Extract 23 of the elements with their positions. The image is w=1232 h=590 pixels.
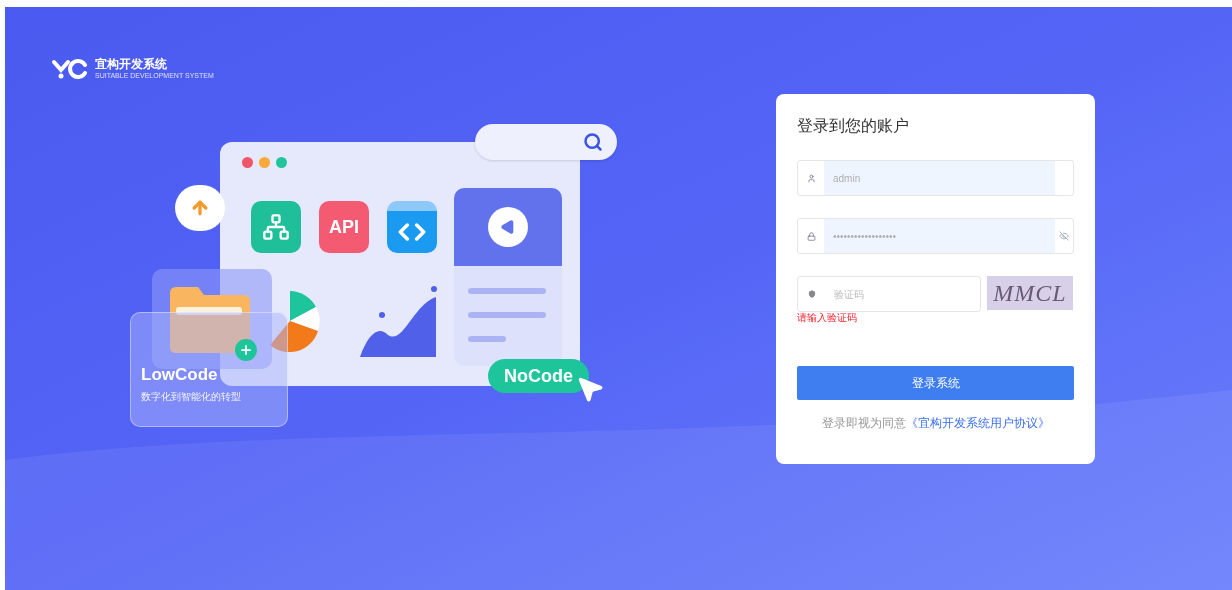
logo-icon (51, 57, 89, 79)
captcha-field[interactable]: 验证码 (797, 276, 981, 312)
login-title: 登录到您的账户 (797, 116, 910, 136)
username-field[interactable]: admin (797, 160, 1074, 196)
password-field[interactable]: •••••••••••••••••• (797, 218, 1074, 254)
captcha-error: 请输入验证码 (797, 313, 858, 323)
hidden-eye-icon[interactable] (1059, 231, 1069, 241)
agreement-link[interactable]: 《宜构开发系统用户协议》 (905, 414, 1050, 432)
nocode-label: NoCode (488, 359, 589, 393)
captcha-image[interactable]: MMCL (987, 276, 1073, 310)
lock-icon (806, 231, 816, 241)
play-icon (500, 219, 516, 235)
folder-icon (170, 287, 250, 353)
agreement-text: 登录即视为同意 (821, 415, 906, 432)
hierarchy-icon (262, 213, 290, 241)
logo-name: 宜构开发系统 (95, 57, 168, 70)
shield-icon (808, 290, 816, 298)
lowcode-title: LowCode (141, 363, 219, 385)
login-button[interactable]: 登录系统 (797, 366, 1074, 400)
lowcode-caption: 数字化到智能化的转型 (141, 390, 242, 404)
user-icon (806, 173, 816, 183)
search-icon (583, 132, 603, 152)
api-tile: API (319, 201, 369, 253)
